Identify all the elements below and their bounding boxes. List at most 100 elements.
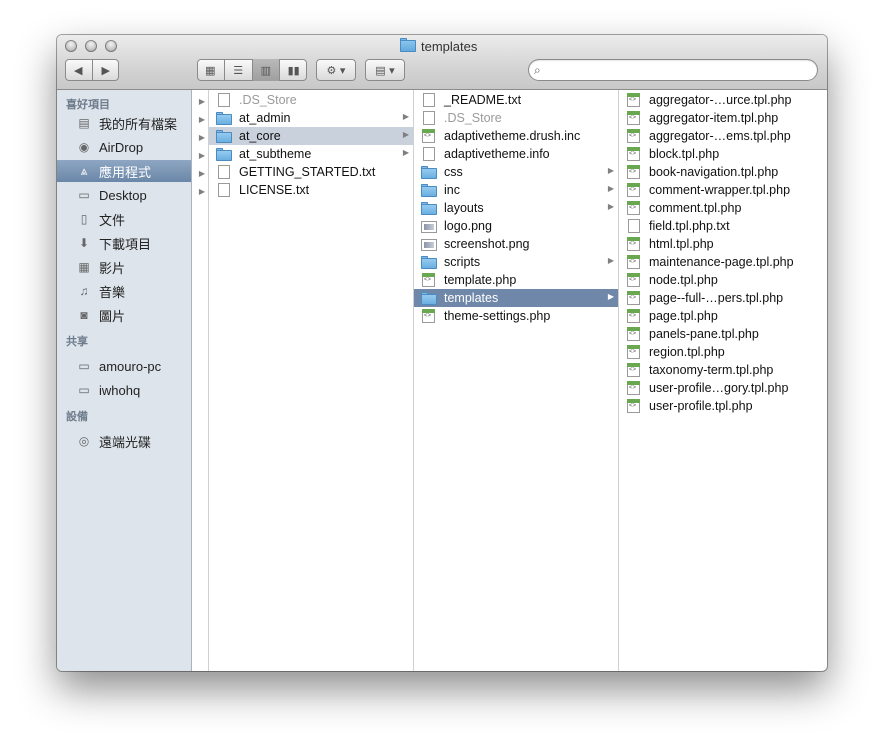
folder-icon (216, 111, 232, 125)
folder-item[interactable]: scripts ▶ (414, 253, 618, 271)
minimize-button[interactable] (85, 40, 97, 52)
folder-icon (216, 147, 232, 161)
disclosure-arrow-icon: ▶ (198, 133, 205, 142)
pictures-icon: ◙ (80, 308, 88, 322)
file-item[interactable]: user-profile.tpl.php (619, 397, 827, 415)
php-file-icon (627, 327, 640, 341)
folder-item[interactable]: at_subtheme ▶ (209, 145, 413, 163)
sidebar-item[interactable]: ▦ 影片 (57, 256, 191, 278)
file-item[interactable]: field.tpl.php.txt (619, 217, 827, 235)
column-1: ▶ ▶ ▶ ▶ ▶ ▶ (193, 90, 209, 671)
file-item[interactable]: comment-wrapper.tpl.php (619, 181, 827, 199)
file-item[interactable]: block.tpl.php (619, 145, 827, 163)
search-field[interactable]: ⌕ (528, 59, 818, 81)
folder-item[interactable]: templates ▶ (414, 289, 618, 307)
item-name: at_admin (239, 111, 291, 125)
toolbar: templates ◀ ▶ ▦ ☰ ▥ ▮▮ ⚙ ▾ ▤ ▾ ⌕ (57, 35, 827, 90)
file-item[interactable]: _README.txt (414, 91, 618, 109)
close-button[interactable] (65, 40, 77, 52)
sidebar-item[interactable]: ♫ 音樂 (57, 280, 191, 302)
sidebar-item[interactable]: ▤ 我的所有檔案 (57, 112, 191, 134)
file-item[interactable]: taxonomy-term.tpl.php (619, 361, 827, 379)
file-item[interactable]: aggregator-…ems.tpl.php (619, 127, 827, 145)
image-file-icon (421, 238, 437, 251)
sidebar: 喜好項目 ▤ 我的所有檔案 ◉ AirDrop ⩓ 應用程式 ▭ Desktop ▯ 文件 ⬇ 下載項目… (57, 90, 192, 671)
file-item[interactable]: maintenance-page.tpl.php (619, 253, 827, 271)
document-icon (218, 165, 230, 179)
file-item[interactable]: screenshot.png (414, 235, 618, 253)
file-item[interactable]: node.tpl.php (619, 271, 827, 289)
folder-item[interactable]: layouts ▶ (414, 199, 618, 217)
file-item[interactable]: LICENSE.txt (209, 181, 413, 199)
file-item[interactable]: .DS_Store (209, 91, 413, 109)
disclosure-arrow-icon: ▶ (198, 97, 205, 106)
disclosure-arrow-icon: ▶ (402, 148, 409, 157)
php-file-icon (627, 291, 640, 305)
file-item[interactable]: template.php (414, 271, 618, 289)
php-file-icon (627, 165, 640, 179)
coverflow-view-button[interactable]: ▮▮ (280, 59, 307, 81)
icon-view-button[interactable]: ▦ (197, 59, 225, 81)
sidebar-item[interactable]: ◙ 圖片 (57, 304, 191, 326)
disclosure-arrow-icon: ▶ (607, 256, 614, 265)
zoom-button[interactable] (105, 40, 117, 52)
sidebar-item[interactable]: ▭ iwhohq (57, 379, 191, 401)
folder-item[interactable]: at_admin ▶ (209, 109, 413, 127)
file-item[interactable]: user-profile…gory.tpl.php (619, 379, 827, 397)
item-name: .DS_Store (444, 111, 502, 125)
sidebar-item[interactable]: ⬇ 下載項目 (57, 232, 191, 254)
action-menu-button[interactable]: ⚙ ▾ (316, 59, 356, 81)
item-name: user-profile.tpl.php (649, 399, 753, 413)
disclosure-arrow-icon: ▶ (198, 151, 205, 160)
column-4: aggregator-…urce.tpl.php aggregator-item.… (619, 90, 827, 671)
sidebar-item[interactable]: ◉ AirDrop (57, 136, 191, 158)
sidebar-item-label: 應用程式 (99, 164, 152, 180)
item-name: block.tpl.php (649, 147, 720, 161)
folder-item[interactable]: css ▶ (414, 163, 618, 181)
sidebar-item[interactable]: ▭ Desktop (57, 184, 191, 206)
disclosure-arrow-icon: ▶ (402, 130, 409, 139)
folder-item[interactable]: at_core ▶ (209, 127, 413, 145)
file-item[interactable]: adaptivetheme.info (414, 145, 618, 163)
file-item[interactable]: html.tpl.php (619, 235, 827, 253)
column-view-button[interactable]: ▥ (252, 59, 281, 81)
document-icon (423, 111, 435, 125)
sidebar-item[interactable]: ▭ amouro-pc (57, 355, 191, 377)
sidebar-item[interactable]: ⩓ 應用程式 (57, 160, 191, 182)
php-file-icon (627, 309, 640, 323)
sidebar-item[interactable]: ◎ 遠端光碟 (57, 430, 191, 452)
file-item[interactable]: book-navigation.tpl.php (619, 163, 827, 181)
sidebar-item[interactable]: ▯ 文件 (57, 208, 191, 230)
disclosure-arrow-icon: ▶ (198, 115, 205, 124)
list-view-button[interactable]: ☰ (225, 59, 253, 81)
php-file-icon (627, 237, 640, 251)
item-name: at_core (239, 129, 281, 143)
item-name: .DS_Store (239, 93, 297, 107)
file-item[interactable]: GETTING_STARTED.txt (209, 163, 413, 181)
file-item[interactable]: theme-settings.php (414, 307, 618, 325)
file-item[interactable]: panels-pane.tpl.php (619, 325, 827, 343)
back-button[interactable]: ◀ (65, 64, 92, 77)
disclosure-arrow-icon: ▶ (607, 292, 614, 301)
item-name: page--full-…pers.tpl.php (649, 291, 784, 305)
file-item[interactable]: aggregator-item.tpl.php (619, 109, 827, 127)
file-item[interactable]: adaptivetheme.drush.inc (414, 127, 618, 145)
sidebar-item-label: 遠端光碟 (99, 434, 152, 450)
forward-button[interactable]: ▶ (93, 64, 120, 77)
item-name: taxonomy-term.tpl.php (649, 363, 774, 377)
file-item[interactable]: logo.png (414, 217, 618, 235)
file-item[interactable]: aggregator-…urce.tpl.php (619, 91, 827, 109)
folder-item[interactable]: inc ▶ (414, 181, 618, 199)
file-item[interactable]: comment.tpl.php (619, 199, 827, 217)
file-item[interactable]: .DS_Store (414, 109, 618, 127)
file-item[interactable]: region.tpl.php (619, 343, 827, 361)
arrange-menu-button[interactable]: ▤ ▾ (365, 59, 405, 81)
sidebar-section-heading: 喜好項目 (66, 99, 110, 111)
document-icon (218, 93, 230, 107)
document-icon (218, 183, 230, 197)
file-item[interactable]: page.tpl.php (619, 307, 827, 325)
item-name: scripts (444, 255, 481, 269)
file-item[interactable]: page--full-…pers.tpl.php (619, 289, 827, 307)
php-file-icon (627, 381, 640, 395)
all-files-icon: ▤ (78, 116, 90, 130)
